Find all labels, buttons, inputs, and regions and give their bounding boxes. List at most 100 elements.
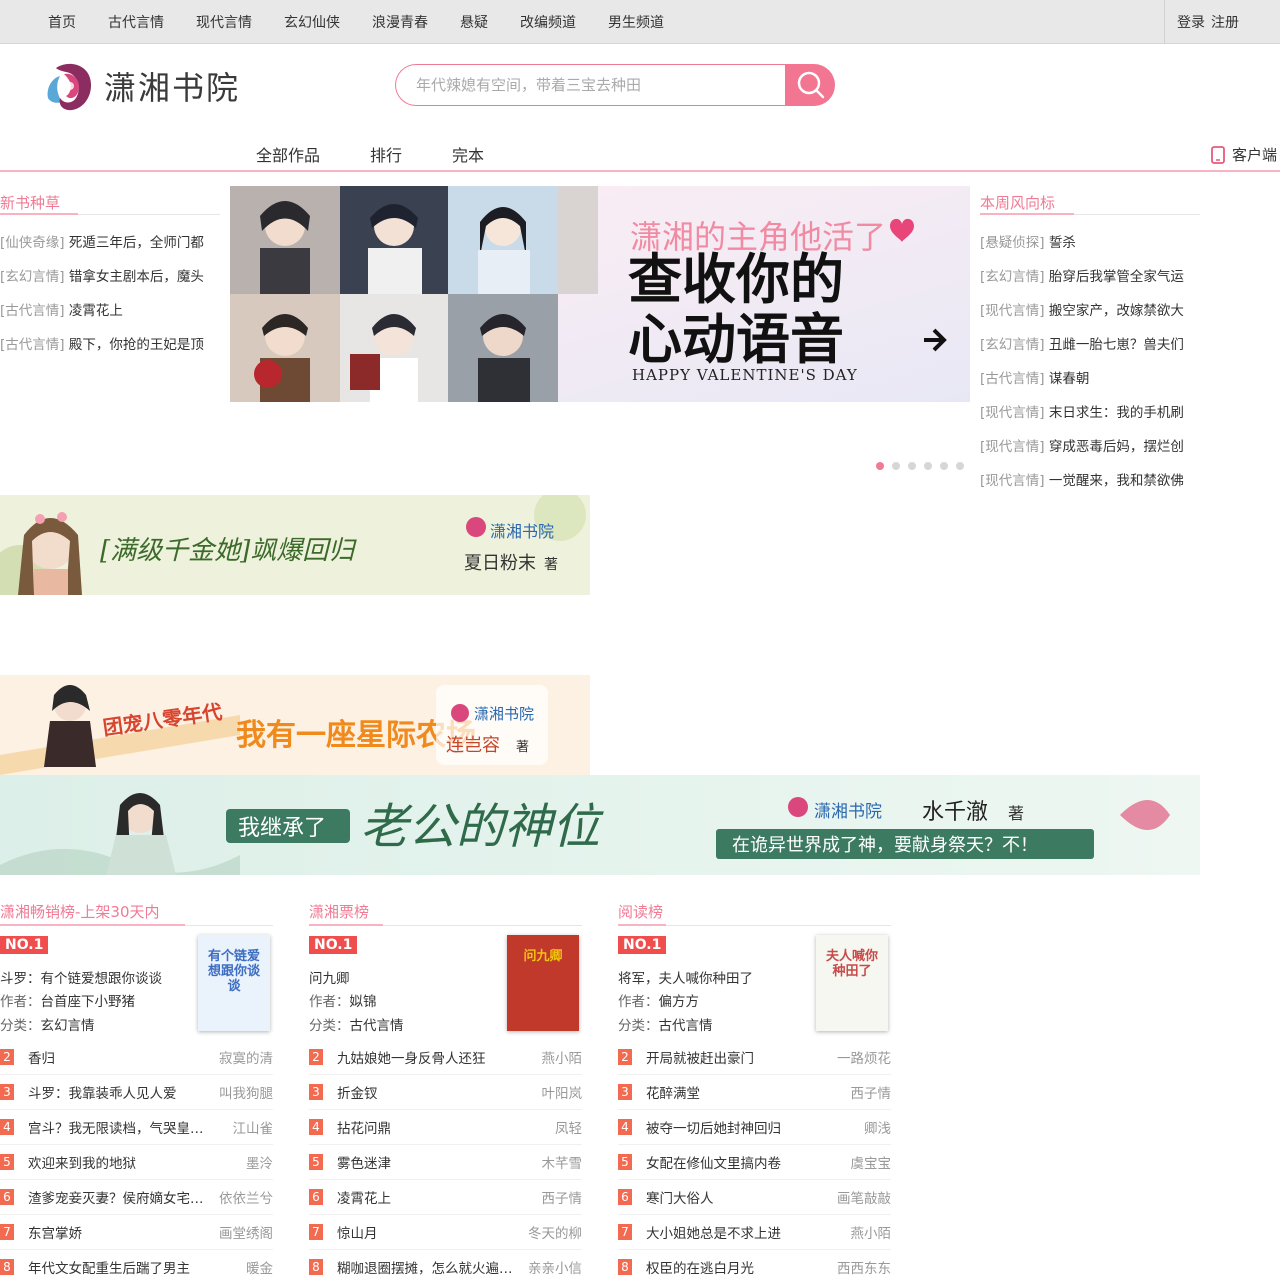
ranking-row[interactable]: 5 欢迎来到我的地狱 墨泠 <box>0 1145 273 1180</box>
promo-banner-3[interactable]: 我继承了 老公的神位 潇湘书院 水千澈 著 在诡异世界成了神，要献身祭天？不！ <box>0 775 1200 875</box>
ranking-row[interactable]: 4 拈花问鼎 凤轻 <box>309 1110 582 1145</box>
book-name: 寒门大俗人 <box>646 1191 714 1207</box>
ranking-row[interactable]: 6 寒门大俗人 画笔敲敲 <box>618 1180 891 1215</box>
ranking-row[interactable]: 4 被夺一切后她封神回归 卿浅 <box>618 1110 891 1145</box>
carousel-dot[interactable] <box>956 462 964 470</box>
carousel-dot[interactable] <box>924 462 932 470</box>
weekly-item[interactable]: [现代言情] 末日求生：我的手机刷 <box>980 401 1195 421</box>
book-author: 冬天的柳 <box>528 1226 582 1242</box>
carousel-dot[interactable] <box>892 462 900 470</box>
book-author: 墨泠 <box>246 1156 273 1172</box>
weekly-item[interactable]: [现代言情] 穿成恶毒后妈，摆烂创 <box>980 435 1195 455</box>
ranking-row[interactable]: 8 年代文女配重生后踹了男主 暖金 <box>0 1250 273 1280</box>
book-name: 花醉满堂 <box>646 1086 700 1102</box>
top-book-name[interactable]: 将军，夫人喊你种田了 <box>618 967 753 987</box>
nav-ranking[interactable]: 排行 <box>354 142 418 166</box>
channel-link-ancient[interactable]: 古代言情 <box>100 12 172 32</box>
book-name: 折金钗 <box>337 1086 378 1102</box>
ranking-row[interactable]: 3 斗罗：我靠装乖人见人爱 叫我狗腿 <box>0 1075 273 1110</box>
register-link[interactable]: 注册 <box>1211 12 1239 32</box>
ranking-row[interactable]: 5 雾色迷津 木芊雪 <box>309 1145 582 1180</box>
ranking-row[interactable]: 8 糊咖退圈摆摊，怎么就火遍… 亲亲小信 <box>309 1250 582 1280</box>
title-underline <box>0 213 78 215</box>
channel-nav: 首页 古代言情 现代言情 玄幻仙侠 浪漫青春 悬疑 改编频道 男生频道 <box>40 0 688 44</box>
promo-author: 夏日粉末 <box>464 553 536 574</box>
ranking-row[interactable]: 7 大小姐她总是不求上进 燕小陌 <box>618 1215 891 1250</box>
book-tag: [现代言情] <box>980 405 1045 421</box>
search-button[interactable] <box>785 64 835 106</box>
ranking-row[interactable]: 6 凌霄花上 西子情 <box>309 1180 582 1215</box>
client-label: 客户端 <box>1232 146 1278 164</box>
promo-banner-2[interactable]: 团宠八零年代 我有一座星际农场 潇湘书院 连岂容 著 <box>0 675 590 775</box>
client-download-link[interactable]: 客户端 <box>1210 144 1277 165</box>
channel-link-male[interactable]: 男生频道 <box>600 12 672 32</box>
channel-link-fantasy[interactable]: 玄幻仙侠 <box>276 12 348 32</box>
book-tag: [悬疑侦探] <box>980 235 1045 251</box>
book-author: 虞宝宝 <box>850 1156 892 1172</box>
ranking-row[interactable]: 7 惊山月 冬天的柳 <box>309 1215 582 1250</box>
new-book-item[interactable]: [玄幻言情] 错拿女主剧本后，魔头 <box>0 265 220 285</box>
nav-completed[interactable]: 完本 <box>436 142 500 166</box>
logo-icon <box>42 58 98 114</box>
book-name: 东宫掌娇 <box>28 1226 82 1242</box>
new-book-item[interactable]: [古代言情] 殿下，你抢的王妃是顶 <box>0 333 220 353</box>
weekly-item[interactable]: [古代言情] 谋春朝 <box>980 367 1195 387</box>
ranking-row[interactable]: 3 折金钗 叶阳岚 <box>309 1075 582 1110</box>
rank-no1-badge: NO.1 <box>309 936 358 954</box>
weekly-item[interactable]: [玄幻言情] 胎穿后我掌管全家气运 <box>980 265 1195 285</box>
top-book-author[interactable]: 台首座下小野猪 <box>41 994 136 1010</box>
book-name: 被夺一切后她封神回归 <box>646 1121 781 1137</box>
ranking-row[interactable]: 4 宫斗？我无限读档，气哭皇… 江山雀 <box>0 1110 273 1145</box>
weekly-item[interactable]: [现代言情] 搬空家产，改嫁禁欲大 <box>980 299 1195 319</box>
category-label: 分类： <box>0 1018 41 1034</box>
ranking-row[interactable]: 2 九姑娘她一身反骨人还狂 燕小陌 <box>309 1040 582 1075</box>
promo-artwork: 我继承了 老公的神位 潇湘书院 水千澈 著 在诡异世界成了神，要献身祭天？不！ <box>0 775 1200 875</box>
channel-link-mystery[interactable]: 悬疑 <box>452 12 496 32</box>
carousel-dot[interactable] <box>940 462 948 470</box>
ranking-row[interactable]: 3 花醉满堂 西子情 <box>618 1075 891 1110</box>
book-name: 拈花问鼎 <box>337 1121 391 1137</box>
book-name: 穿成恶毒后妈，摆烂创 <box>1048 439 1184 455</box>
title-underline <box>980 213 1074 215</box>
channel-link-home[interactable]: 首页 <box>40 12 84 32</box>
carousel-dot[interactable] <box>908 462 916 470</box>
top-book-name[interactable]: 问九卿 <box>309 967 350 987</box>
ranking-row[interactable]: 8 权臣的在逃白月光 西西东东 <box>618 1250 891 1280</box>
rank-number: 4 <box>618 1119 632 1135</box>
channel-link-youth[interactable]: 浪漫青春 <box>364 12 436 32</box>
rank-number: 8 <box>309 1259 323 1275</box>
ranking-row[interactable]: 2 开局就被赶出豪门 一路烦花 <box>618 1040 891 1075</box>
login-link[interactable]: 登录 <box>1177 12 1205 32</box>
new-book-item[interactable]: [古代言情] 凌霄花上 <box>0 299 220 319</box>
book-cover[interactable]: 问九卿 <box>507 935 579 1031</box>
channel-link-modern[interactable]: 现代言情 <box>188 12 260 32</box>
ranking-row[interactable]: 5 女配在修仙文里搞内卷 虞宝宝 <box>618 1145 891 1180</box>
phone-icon <box>1211 145 1225 164</box>
promo-brand: 潇湘书院 <box>474 705 534 723</box>
nav-all-works[interactable]: 全部作品 <box>240 142 336 166</box>
ranking-row[interactable]: 7 东宫掌娇 画堂绣阁 <box>0 1215 273 1250</box>
carousel-banner[interactable]: 潇湘的主角他活了 查收你的 心动语音 HAPPY VALENTINE'S DAY <box>230 186 970 402</box>
promo-tagline: 在诡异世界成了神，要献身祭天？不！ <box>732 835 1038 856</box>
cover-title: 夫人喊你种田了 <box>825 949 878 979</box>
ranking-row[interactable]: 2 香归 寂寞的清 <box>0 1040 273 1075</box>
new-book-item[interactable]: [仙侠奇缘] 死遁三年后，全师门都 <box>0 231 220 251</box>
carousel-dot[interactable] <box>876 462 884 470</box>
top-book-author[interactable]: 偏方方 <box>659 994 700 1010</box>
weekly-item[interactable]: [玄幻言情] 丑雌一胎七崽？兽夫们 <box>980 333 1195 353</box>
book-cover[interactable]: 有个链爱想跟你谈谈 <box>198 935 270 1031</box>
promo-banner-1[interactable]: [满级千金她]飒爆回归 潇湘书院 夏日粉末 著 <box>0 495 590 595</box>
channel-link-adaptation[interactable]: 改编频道 <box>512 12 584 32</box>
book-name: 糊咖退圈摆摊，怎么就火遍… <box>337 1261 513 1277</box>
book-cover[interactable]: 夫人喊你种田了 <box>816 935 888 1031</box>
top-book-author[interactable]: 姒锦 <box>350 994 377 1010</box>
weekly-item[interactable]: [悬疑侦探] 誓杀 <box>980 231 1195 251</box>
book-name: 权臣的在逃白月光 <box>646 1261 754 1277</box>
weekly-item[interactable]: [现代言情] 一觉醒来，我和禁欲佛 <box>980 469 1195 489</box>
top-book-name[interactable]: 斗罗：有个链爱想跟你谈谈 <box>0 967 162 987</box>
book-author: 依依兰兮 <box>219 1191 273 1207</box>
site-logo[interactable]: 潇湘书院 <box>42 58 272 114</box>
ranking-row[interactable]: 6 渣爹宠妾灭妻？侯府嫡女宅… 依依兰兮 <box>0 1180 273 1215</box>
book-name: 女配在修仙文里搞内卷 <box>646 1156 781 1172</box>
search-input[interactable] <box>395 64 787 106</box>
